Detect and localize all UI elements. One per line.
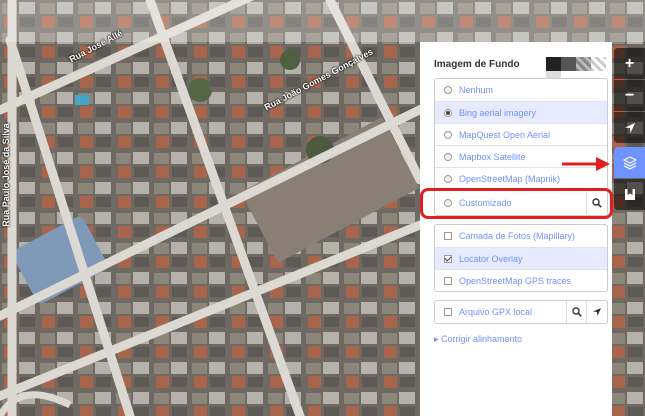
map-data-icon — [624, 189, 635, 200]
minus-icon: − — [624, 86, 635, 104]
gpx-label: Arquivo GPX local — [459, 307, 533, 317]
opacity-selector[interactable] — [546, 57, 606, 71]
map-data-button[interactable] — [614, 179, 645, 210]
gpx-zoom-button[interactable] — [586, 301, 607, 323]
overlay-list: Camada de Fotos (Mapillary) Locator Over… — [434, 224, 608, 292]
panel-title: Imagem de Fundo — [434, 59, 520, 70]
gpx-option[interactable]: Arquivo GPX local — [435, 301, 607, 323]
opacity-option[interactable] — [591, 57, 606, 71]
background-label: OpenStreetMap (Mapnik) — [459, 173, 561, 184]
overlay-option-mapillary[interactable]: Camada de Fotos (Mapillary) — [435, 225, 607, 247]
background-label: Nenhum — [459, 85, 494, 95]
background-option-bing[interactable]: Bing aerial imagery — [435, 101, 607, 123]
overlay-label: OpenStreetMap GPS traces — [459, 275, 572, 286]
gpx-browse-button[interactable] — [566, 301, 587, 323]
locate-arrow-icon — [624, 122, 635, 133]
overlay-label: Locator Overlay — [459, 253, 523, 264]
geolocate-button[interactable] — [614, 112, 645, 143]
arrow-icon — [562, 157, 610, 171]
plus-icon: + — [624, 54, 635, 72]
checkbox[interactable] — [444, 308, 452, 316]
checkbox[interactable] — [444, 254, 452, 263]
fix-alignment-link[interactable]: ▸ Corrigir alinhamento — [434, 334, 522, 345]
opacity-option[interactable] — [576, 57, 591, 71]
checkbox[interactable] — [444, 276, 452, 285]
gpx-box: Arquivo GPX local — [434, 300, 608, 324]
radio-button[interactable] — [444, 130, 452, 139]
radio-button[interactable] — [444, 108, 452, 117]
opacity-option[interactable] — [546, 57, 561, 71]
overlay-option-locator[interactable]: Locator Overlay — [435, 247, 607, 269]
layers-icon — [622, 155, 637, 169]
background-option-mapquest[interactable]: MapQuest Open Aerial — [435, 123, 607, 145]
search-icon — [572, 307, 582, 317]
radio-button[interactable] — [444, 86, 452, 94]
radio-button[interactable] — [444, 174, 452, 183]
map-header-strip — [0, 0, 645, 42]
overlay-option-gps-traces[interactable]: OpenStreetMap GPS traces — [435, 269, 607, 291]
zoom-out-button[interactable]: − — [614, 80, 645, 111]
map-controls: + − — [614, 48, 645, 211]
zoom-in-button[interactable]: + — [614, 48, 645, 79]
checkbox[interactable] — [444, 232, 452, 240]
background-label: Bing aerial imagery — [459, 107, 537, 118]
highlight-box — [420, 188, 613, 219]
street-label: Rua Paulo José da Silva — [0, 123, 11, 227]
opacity-option[interactable] — [561, 57, 576, 71]
radio-button[interactable] — [444, 152, 452, 161]
background-option-nenhum[interactable]: Nenhum — [435, 79, 607, 101]
background-label: MapQuest Open Aerial — [459, 129, 551, 140]
background-layers-button[interactable] — [614, 147, 645, 178]
background-panel: Imagem de Fundo Nenhum Bing aerial image… — [420, 42, 612, 416]
overlay-label: Camada de Fotos (Mapillary) — [459, 231, 576, 241]
background-label: Mapbox Satellite — [459, 151, 526, 162]
locate-arrow-icon — [593, 308, 601, 316]
